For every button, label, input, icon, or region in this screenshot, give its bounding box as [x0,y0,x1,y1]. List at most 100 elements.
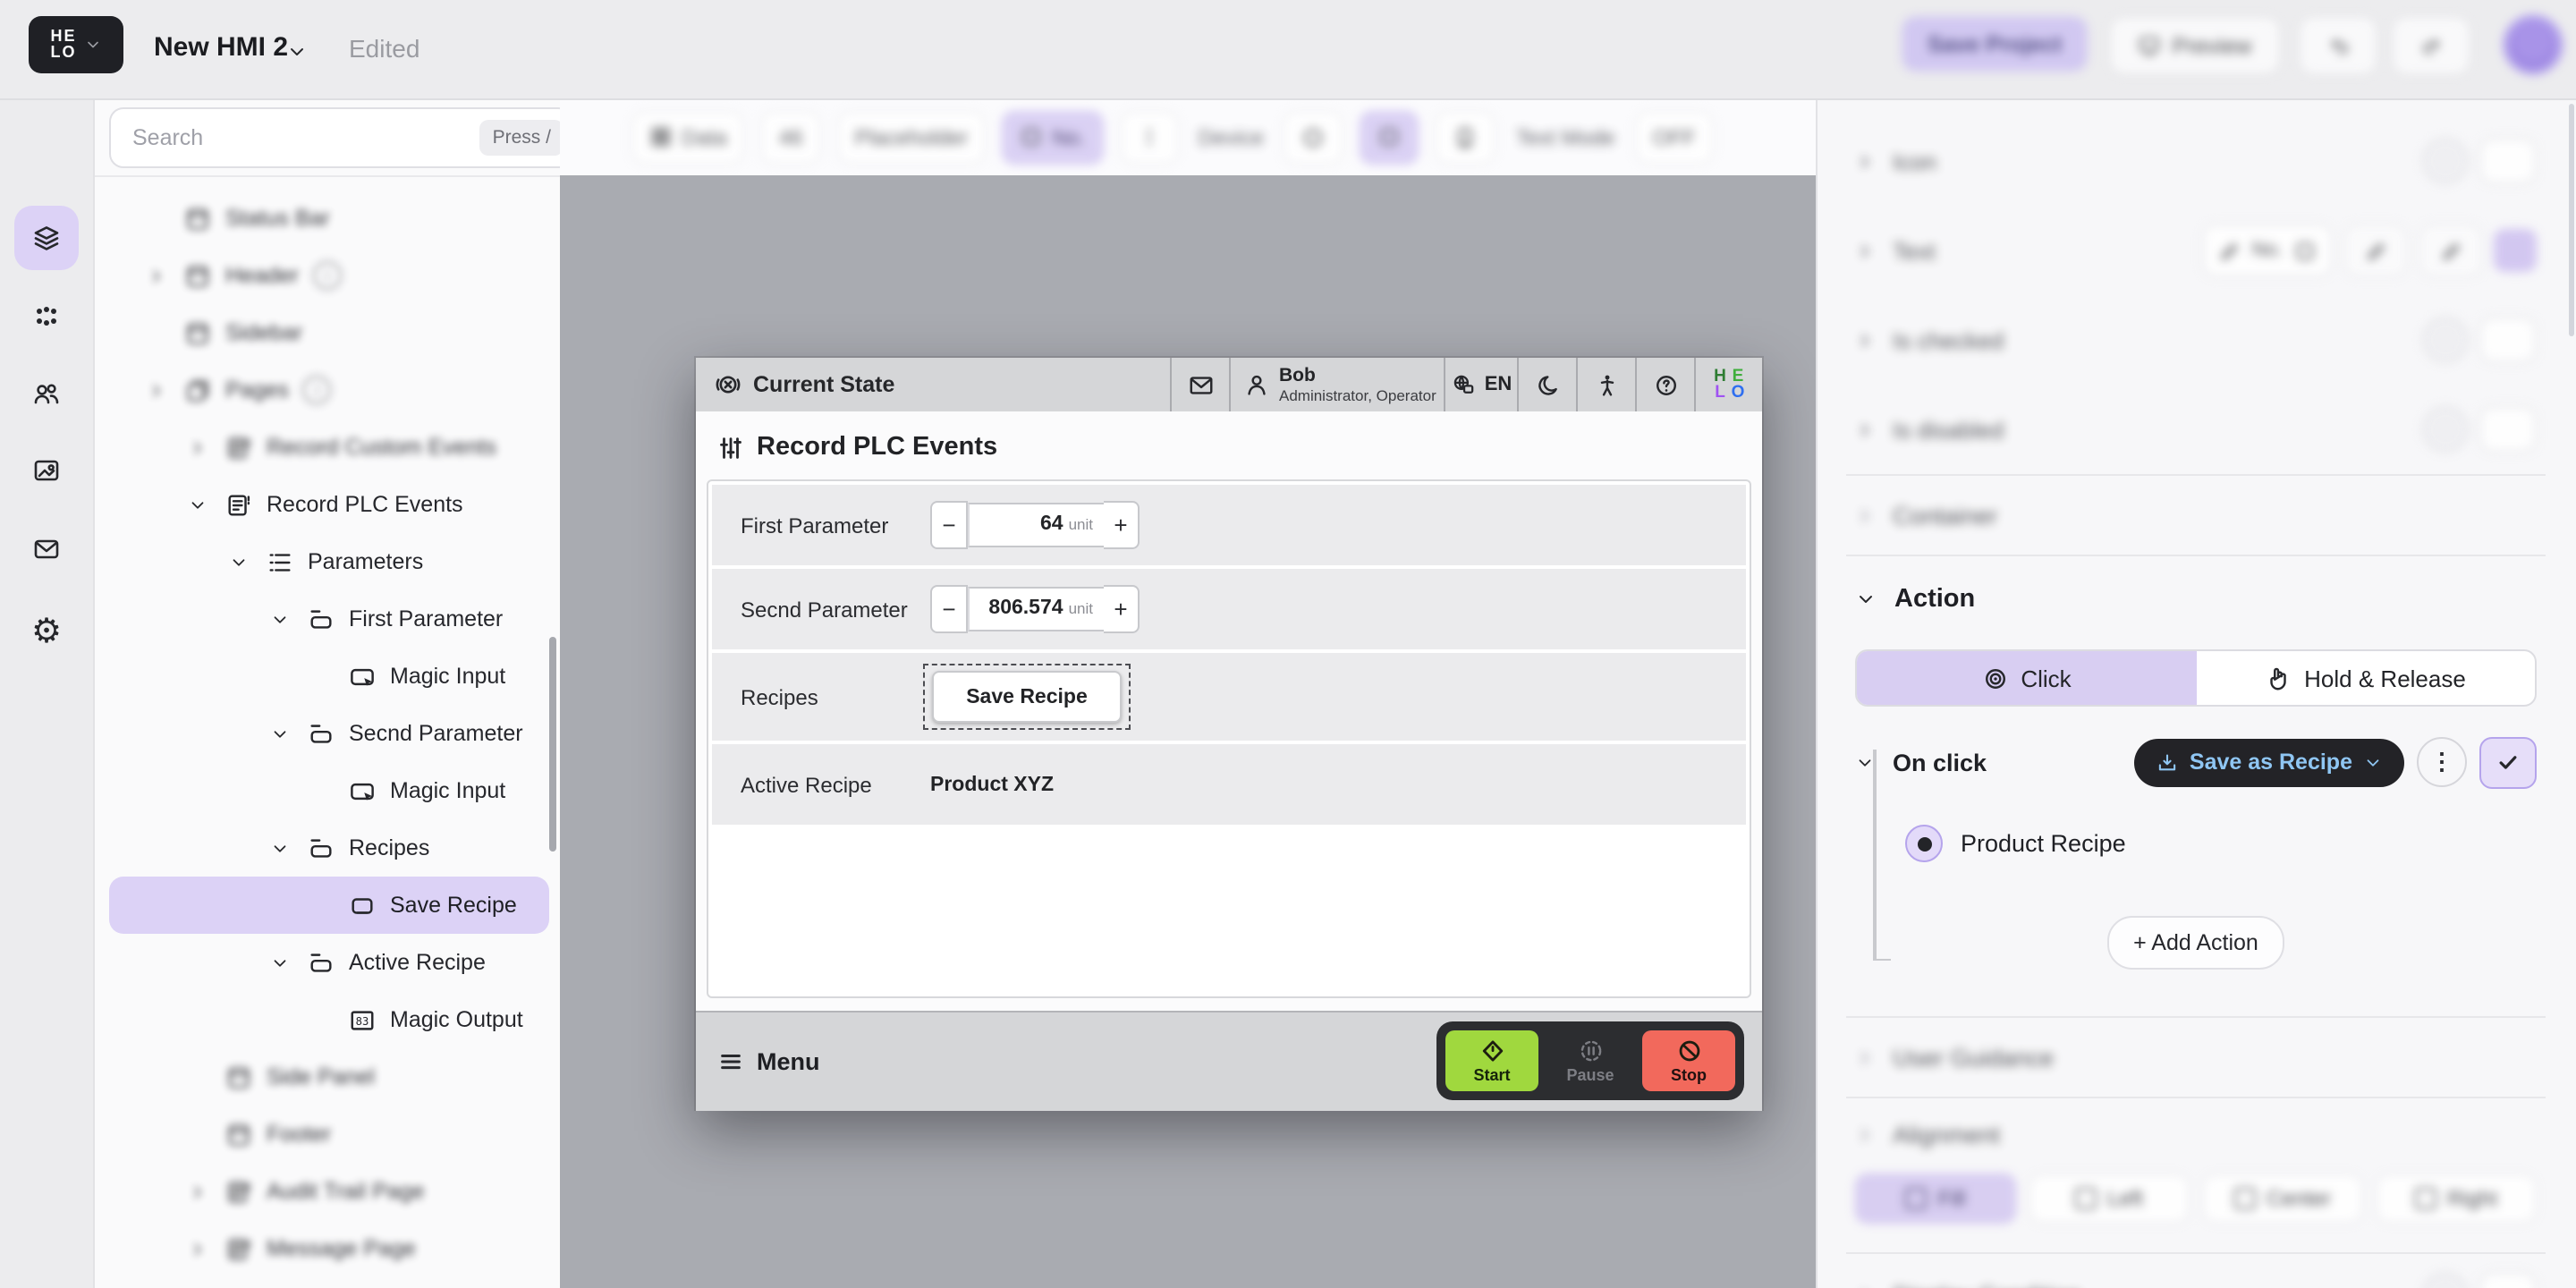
add-action-button[interactable]: + Add Action [2106,916,2285,970]
toolbar-phone[interactable] [1436,110,1496,164]
toolbar-off[interactable]: OFF [1635,110,1714,164]
tree-item-recipes[interactable]: Recipes [109,819,549,877]
edit-button[interactable] [2343,224,2408,277]
tree-item-header[interactable]: Headeri [109,247,549,304]
tree-item-side-panel[interactable]: Side Panel [109,1048,549,1106]
tree-item-secnd-parameter[interactable]: Secnd Parameter [109,705,549,762]
tree-item-message-page[interactable]: Message Page [109,1220,549,1277]
rail-layers-icon[interactable] [14,206,79,270]
chevron-right-icon[interactable] [182,433,211,462]
app-logo-menu[interactable]: HE LO [29,16,123,73]
property-toggle[interactable] [2479,138,2537,184]
hmi-user-button[interactable]: Bob Administrator, Operator [1229,358,1444,411]
chevron-right-icon[interactable] [141,376,170,404]
action-tab-hold-release[interactable]: Hold & Release [2196,651,2535,705]
toolbar-data[interactable]: Data [631,110,745,164]
preview-button[interactable]: Preview [2109,16,2281,75]
hmi-messages-button[interactable] [1170,358,1229,411]
hmi-start-button[interactable]: Start [1445,1030,1538,1091]
undo-button[interactable] [2299,16,2377,75]
on-click-row[interactable]: On click Save as Recipe [1855,735,2537,789]
rail-mail-icon[interactable] [14,517,79,581]
stepper-plus-button[interactable]: + [1104,501,1140,549]
scrollbar-thumb[interactable] [549,637,556,852]
text-style-group[interactable]: No. [2202,224,2333,277]
binding-indicator[interactable] [2494,229,2537,272]
canvas-background[interactable]: Current State Bob Administrator, Operato… [560,175,1816,1288]
property-toggle[interactable] [2479,317,2537,363]
property-row-text[interactable]: TextNo. [1855,206,2537,295]
tree-item-pages[interactable]: Pagesi [109,361,549,419]
chevron-right-icon[interactable] [182,1177,211,1206]
tree-item-record-custom-events[interactable]: Record Custom Events [109,419,549,476]
rail-components-icon[interactable] [14,284,79,349]
recipe-option-row[interactable]: Product Recipe [1855,825,2537,862]
hmi-menu-button[interactable]: Menu [717,1013,820,1111]
alignment-fill[interactable]: Fill [1855,1174,2016,1224]
property-row-icon[interactable]: Icon [1855,116,2537,206]
alignment-right[interactable]: Right [2376,1174,2537,1224]
chevron-down-icon[interactable] [265,834,293,862]
hmi-pause-button[interactable]: Pause [1544,1030,1637,1091]
reset-toggle-icon[interactable] [2422,406,2469,453]
section-user-guidance[interactable]: User Guidance [1855,1018,2537,1097]
condition-toggle[interactable] [2479,1272,2537,1288]
toolbar-placeholder[interactable]: Placeholder [836,110,986,164]
chevron-down-icon[interactable] [182,490,211,519]
property-row-is-disabled[interactable]: Is disabled [1855,385,2537,474]
reset-toggle-icon[interactable] [2422,1272,2469,1288]
chevron-down-icon[interactable] [265,605,293,633]
action-enabled-checkbox[interactable] [2479,736,2537,788]
toolbar-46[interactable]: 46 [761,110,821,164]
chevron-down-icon[interactable] [265,719,293,748]
tree-item-magic-input[interactable]: Magic Input [109,648,549,705]
toolbar-circ[interactable] [1284,110,1344,164]
stepper-value-field[interactable]: 806.574unit [968,587,1104,631]
search-input[interactable] [129,123,480,152]
stepper-value-field[interactable]: 64unit [968,503,1104,547]
section-display-condition[interactable]: Display Condition [1855,1254,2537,1288]
tree-item-first-parameter[interactable]: First Parameter [109,590,549,648]
tree-item-record-plc-events[interactable]: Record PLC Events [109,476,549,533]
tree-item-magic-output[interactable]: 83Magic Output [109,991,549,1048]
stepper-plus-button[interactable]: + [1104,585,1140,633]
stepper-minus-button[interactable]: − [930,501,968,549]
rail-users-icon[interactable] [14,361,79,426]
scrollbar-thumb[interactable] [2569,104,2574,336]
alignment-center[interactable]: Center [2202,1174,2363,1224]
tree-item-active-recipe[interactable]: Active Recipe [109,934,549,991]
tree-item-save-recipe[interactable]: Save Recipe [109,877,549,934]
hmi-dark-mode-button[interactable] [1517,358,1576,411]
hmi-help-button[interactable] [1635,358,1694,411]
reset-toggle-icon[interactable] [2422,317,2469,363]
section-action[interactable]: Action [1855,556,2537,642]
project-title[interactable]: New HMI 2 [154,32,288,63]
chevron-right-icon[interactable] [141,261,170,290]
reset-toggle-icon[interactable] [2422,138,2469,184]
tree-item-sidebar[interactable]: Sidebar [109,304,549,361]
toolbar-boxsm[interactable] [1360,110,1419,164]
rail-assets-icon[interactable] [14,438,79,503]
action-options-button[interactable]: ⋮ [2417,737,2467,787]
property-toggle[interactable] [2479,406,2537,453]
action-tab-click[interactable]: Click [1857,651,2196,705]
avatar[interactable] [2503,14,2563,75]
chevron-down-icon[interactable] [286,41,308,63]
tree-item-parameters[interactable]: Parameters [109,533,549,590]
rail-settings-icon[interactable]: ⚙ [14,601,79,665]
tree-item-footer[interactable]: Footer [109,1106,549,1163]
edit-button[interactable] [2419,224,2483,277]
chevron-down-icon[interactable] [265,948,293,977]
hmi-accessibility-button[interactable] [1576,358,1635,411]
section-container[interactable]: Container [1855,476,2537,555]
redo-button[interactable] [2392,16,2470,75]
toolbar-no-[interactable]: No. [1002,110,1103,164]
hmi-language-button[interactable]: EN [1444,358,1517,411]
hmi-stop-button[interactable]: Stop [1642,1030,1735,1091]
stepper-minus-button[interactable]: − [930,585,968,633]
tree-item-magic-input[interactable]: Magic Input [109,762,549,819]
alignment-left[interactable]: Left [2029,1174,2190,1224]
chevron-down-icon[interactable] [224,547,252,576]
tree-item-audit-trail-page[interactable]: Audit Trail Page [109,1163,549,1220]
search-box[interactable]: Press / [109,107,562,168]
